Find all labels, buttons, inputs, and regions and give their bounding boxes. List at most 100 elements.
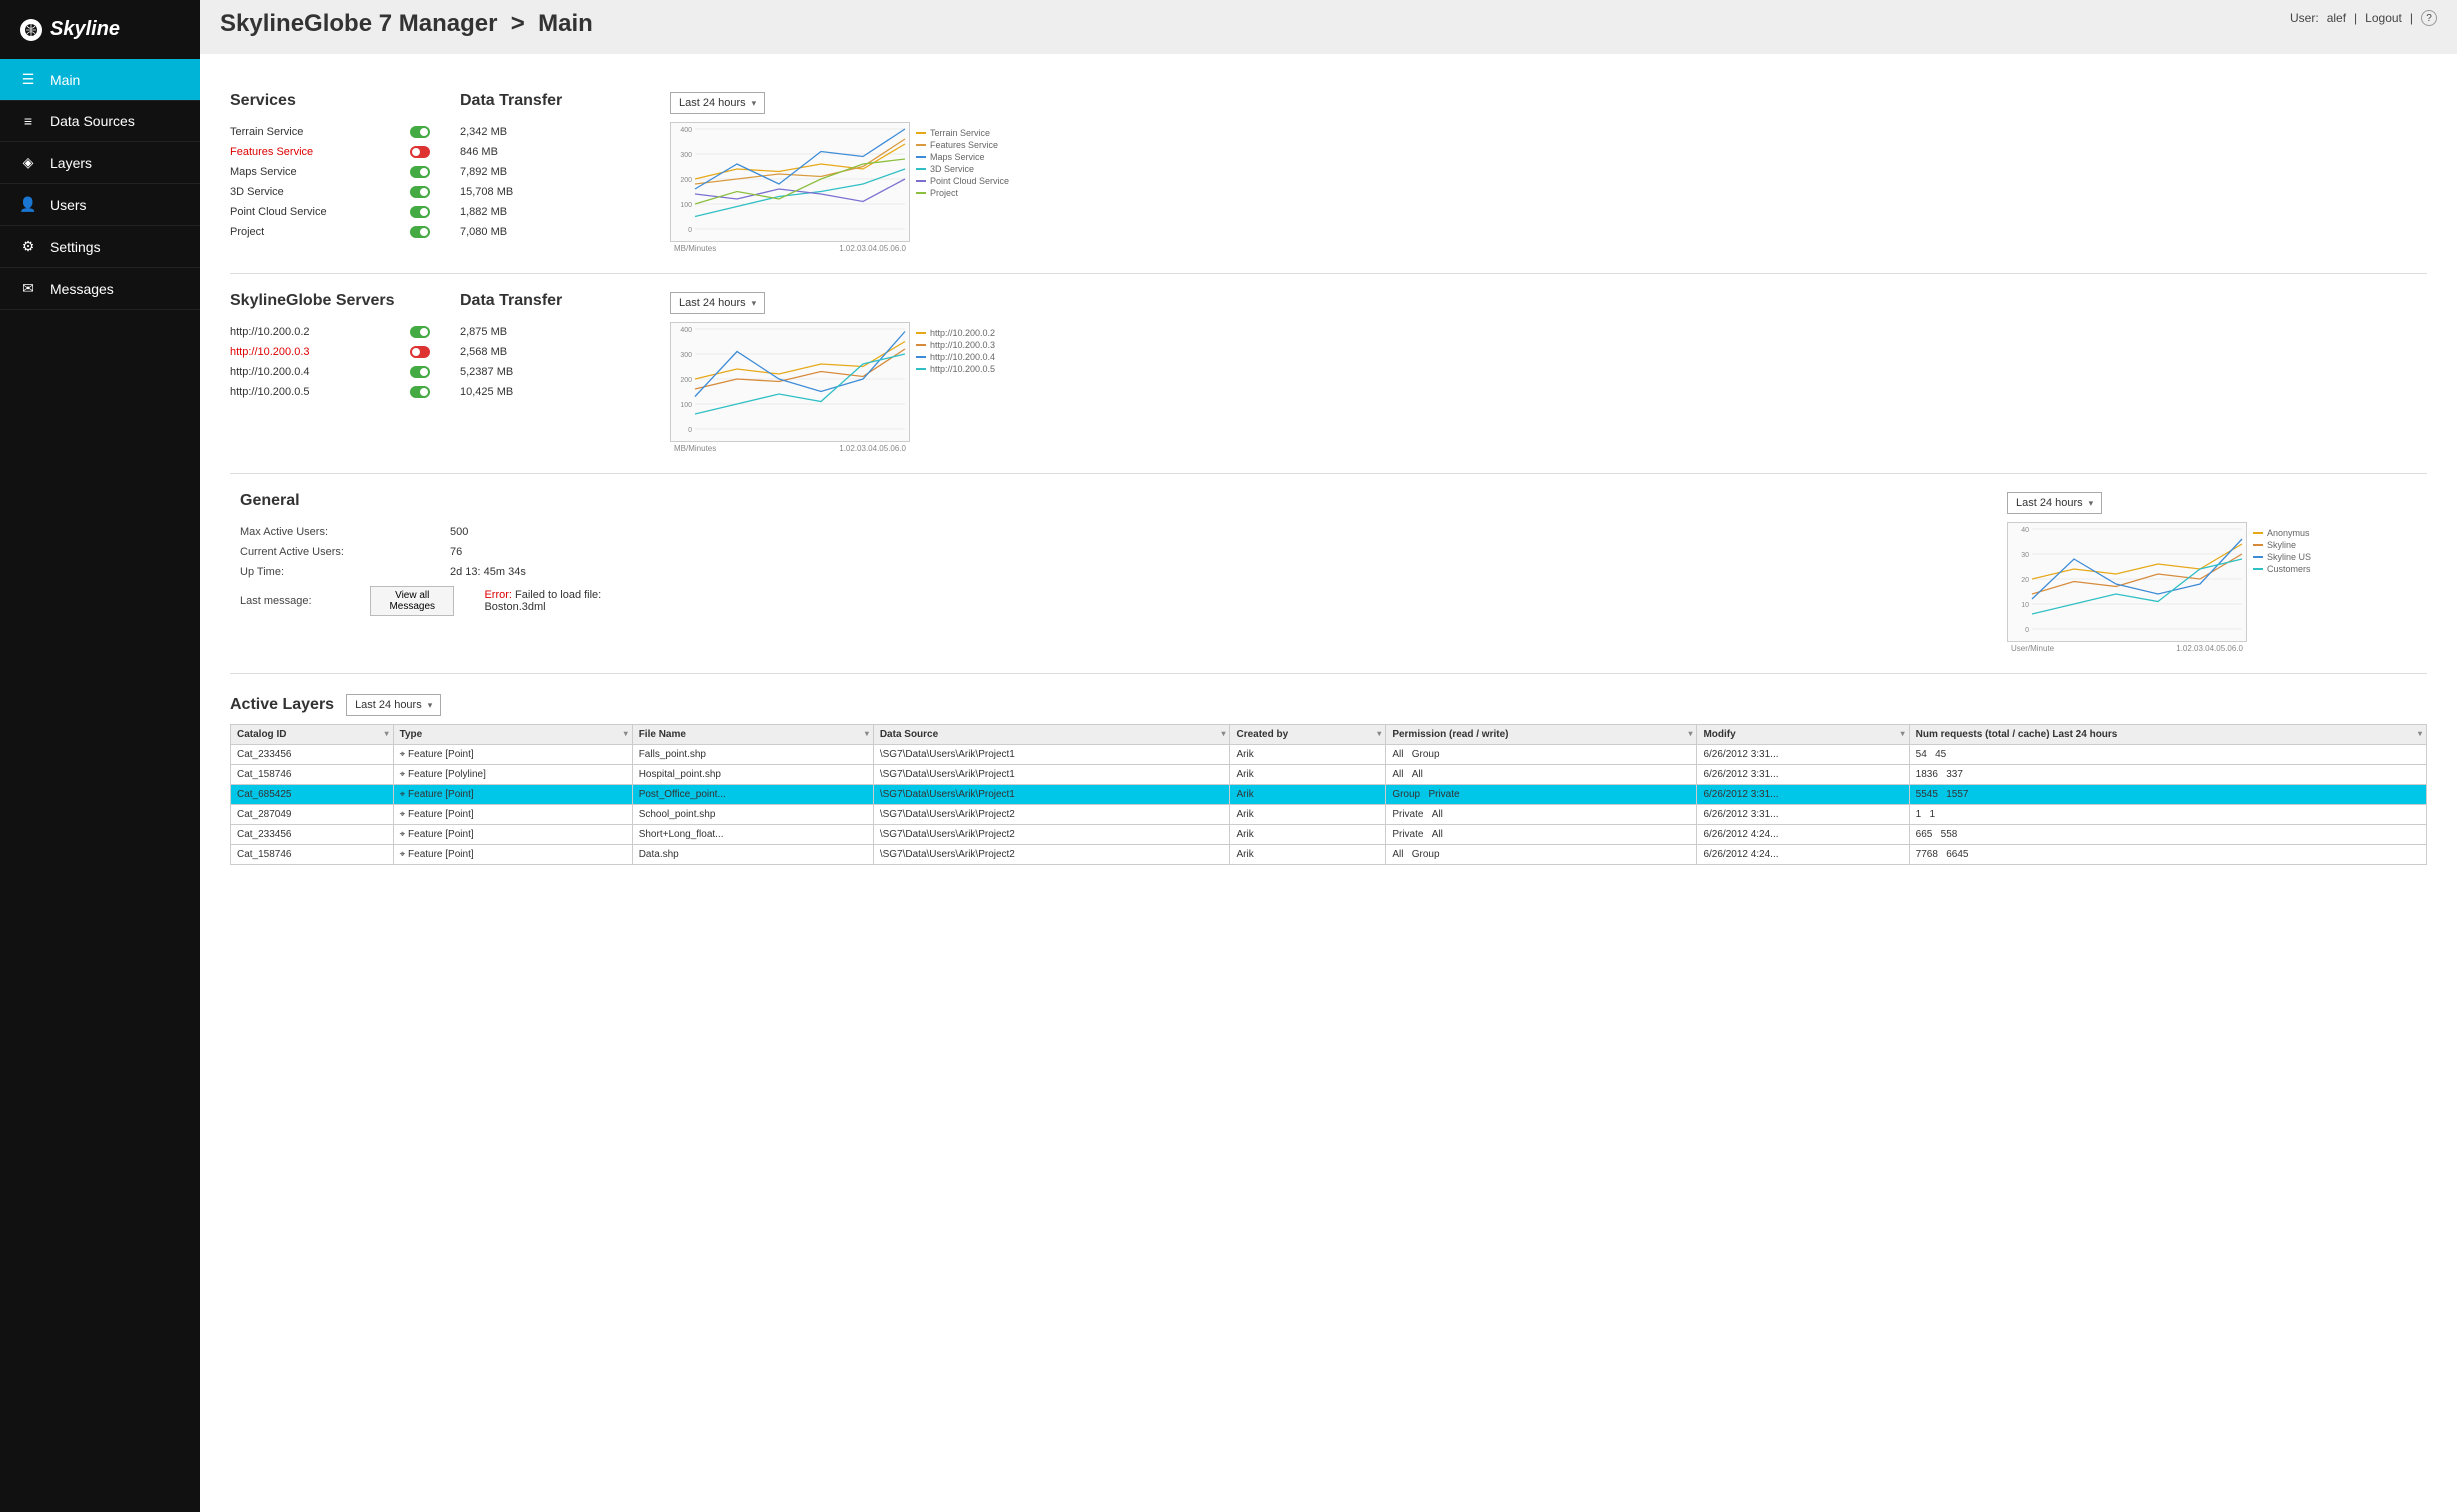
column-header[interactable]: Num requests (total / cache) Last 24 hou… (1909, 725, 2426, 745)
legend-item: Customers (2253, 564, 2367, 574)
services-range-dropdown[interactable]: Last 24 hours▾ (670, 92, 765, 114)
status-toggle[interactable] (410, 226, 430, 238)
feature-icon: ⌖ (400, 789, 406, 800)
services-chart: 0100200300400 (670, 122, 910, 242)
status-toggle[interactable] (410, 126, 430, 138)
svg-text:200: 200 (680, 177, 692, 184)
status-toggle[interactable] (410, 206, 430, 218)
server-transfer: 2,568 MB (460, 342, 640, 362)
status-toggle[interactable] (410, 326, 430, 338)
service-row: Point Cloud Service (230, 202, 430, 222)
sidebar-item-messages[interactable]: ✉Messages (0, 268, 200, 310)
feature-icon: ⌖ (400, 769, 406, 780)
current-users-label: Current Active Users: (240, 546, 360, 558)
status-toggle[interactable] (410, 146, 430, 158)
cell-type: ⌖ Feature [Point] (393, 825, 632, 845)
column-header[interactable]: Permission (read / write)▾ (1386, 725, 1697, 745)
svg-text:0: 0 (688, 427, 692, 434)
cell-created-by: Arik (1230, 765, 1386, 785)
active-layers-title: Active Layers (230, 696, 334, 714)
table-row[interactable]: Cat_685425⌖ Feature [Point]Post_Office_p… (231, 785, 2427, 805)
column-header[interactable]: Modify▾ (1697, 725, 1909, 745)
services-legend: Terrain ServiceFeatures ServiceMaps Serv… (910, 122, 1030, 255)
status-toggle[interactable] (410, 346, 430, 358)
cell-type: ⌖ Feature [Point] (393, 805, 632, 825)
cell-permission: Group Private (1386, 785, 1697, 805)
service-transfer: 15,708 MB (460, 182, 640, 202)
cell-catalog-id: Cat_287049 (231, 805, 394, 825)
cell-created-by: Arik (1230, 785, 1386, 805)
general-title: General (230, 492, 630, 510)
column-header[interactable]: Data Source▾ (873, 725, 1230, 745)
service-row: Features Service (230, 142, 430, 162)
help-icon[interactable]: ? (2421, 10, 2437, 26)
cell-datasource: \SG7\Data\Users\Arik\Project1 (873, 745, 1230, 765)
service-name: Project (230, 226, 400, 238)
cell-catalog-id: Cat_233456 (231, 745, 394, 765)
cell-filename: Short+Long_float... (632, 825, 873, 845)
cell-requests: 665 558 (1909, 825, 2426, 845)
table-row[interactable]: Cat_287049⌖ Feature [Point]School_point.… (231, 805, 2427, 825)
column-header[interactable]: Type▾ (393, 725, 632, 745)
status-toggle[interactable] (410, 386, 430, 398)
transfer-title: Data Transfer (460, 292, 640, 310)
cell-requests: 7768 6645 (1909, 845, 2426, 865)
cell-datasource: \SG7\Data\Users\Arik\Project2 (873, 845, 1230, 865)
sidebar-item-data-sources[interactable]: ≡Data Sources (0, 101, 200, 142)
cell-created-by: Arik (1230, 825, 1386, 845)
server-transfer: 2,875 MB (460, 322, 640, 342)
service-transfer: 846 MB (460, 142, 640, 162)
svg-text:100: 100 (680, 202, 692, 209)
cell-filename: Post_Office_point... (632, 785, 873, 805)
layers-range-dropdown[interactable]: Last 24 hours▾ (346, 694, 441, 716)
chevron-down-icon: ▾ (752, 98, 757, 109)
servers-section: SkylineGlobe Servers http://10.200.0.2ht… (230, 274, 2427, 474)
server-transfer: 10,425 MB (460, 382, 640, 402)
cell-datasource: \SG7\Data\Users\Arik\Project2 (873, 825, 1230, 845)
table-row[interactable]: Cat_158746⌖ Feature [Point]Data.shp\SG7\… (231, 845, 2427, 865)
column-header[interactable]: Created by▾ (1230, 725, 1386, 745)
user-label: User: (2290, 11, 2319, 25)
sidebar-item-main[interactable]: ☰Main (0, 59, 200, 101)
sort-icon: ▾ (2418, 729, 2422, 738)
service-transfer: 7,080 MB (460, 222, 640, 242)
sort-icon: ▾ (1221, 729, 1225, 738)
service-name: 3D Service (230, 186, 400, 198)
table-row[interactable]: Cat_233456⌖ Feature [Point]Short+Long_fl… (231, 825, 2427, 845)
general-legend: AnonymusSkylineSkyline USCustomers (2247, 522, 2367, 655)
table-row[interactable]: Cat_158746⌖ Feature [Polyline]Hospital_p… (231, 765, 2427, 785)
cell-permission: All Group (1386, 845, 1697, 865)
view-all-messages-button[interactable]: View all Messages (370, 586, 454, 616)
table-row[interactable]: Cat_233456⌖ Feature [Point]Falls_point.s… (231, 745, 2427, 765)
status-toggle[interactable] (410, 186, 430, 198)
cell-datasource: \SG7\Data\Users\Arik\Project1 (873, 765, 1230, 785)
server-name: http://10.200.0.2 (230, 326, 400, 338)
cell-catalog-id: Cat_158746 (231, 845, 394, 865)
cell-created-by: Arik (1230, 745, 1386, 765)
cell-filename: Hospital_point.shp (632, 765, 873, 785)
svg-text:400: 400 (680, 327, 692, 334)
cell-permission: All Group (1386, 745, 1697, 765)
column-header[interactable]: Catalog ID▾ (231, 725, 394, 745)
sidebar-item-layers[interactable]: ◈Layers (0, 142, 200, 184)
general-range-dropdown[interactable]: Last 24 hours▾ (2007, 492, 2102, 514)
user-name: alef (2327, 11, 2346, 25)
svg-text:300: 300 (680, 152, 692, 159)
cell-datasource: \SG7\Data\Users\Arik\Project1 (873, 785, 1230, 805)
status-toggle[interactable] (410, 166, 430, 178)
uptime-label: Up Time: (240, 566, 360, 578)
sort-icon: ▾ (1688, 729, 1692, 738)
active-layers-section: Active Layers Last 24 hours▾ Catalog ID▾… (230, 694, 2427, 865)
services-title: Services (230, 92, 430, 110)
status-toggle[interactable] (410, 366, 430, 378)
column-header[interactable]: File Name▾ (632, 725, 873, 745)
sort-icon: ▾ (385, 729, 389, 738)
server-transfer: 5,2387 MB (460, 362, 640, 382)
logout-link[interactable]: Logout (2365, 11, 2402, 25)
service-name: Terrain Service (230, 126, 400, 138)
cell-type: ⌖ Feature [Point] (393, 745, 632, 765)
sidebar-item-settings[interactable]: ⚙Settings (0, 226, 200, 268)
cell-catalog-id: Cat_233456 (231, 825, 394, 845)
sidebar-item-users[interactable]: 👤Users (0, 184, 200, 226)
servers-range-dropdown[interactable]: Last 24 hours▾ (670, 292, 765, 314)
